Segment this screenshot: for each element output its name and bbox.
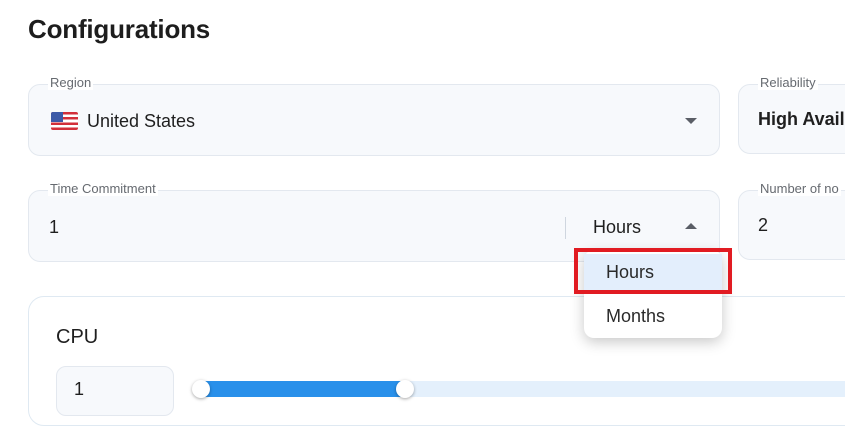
region-select[interactable]: Region United States [28, 75, 720, 156]
cpu-input[interactable]: 1 [56, 366, 174, 416]
nodes-label: Number of no [758, 181, 841, 196]
cpu-title: CPU [56, 326, 99, 348]
reliability-label: Reliability [758, 75, 818, 90]
time-commitment-input[interactable]: 1 [49, 217, 59, 238]
highlight-annotation [574, 248, 732, 294]
us-flag-icon [51, 112, 78, 130]
reliability-value: High Avail [758, 109, 845, 129]
cpu-slider-min-thumb[interactable] [192, 380, 210, 398]
chevron-up-icon[interactable] [685, 223, 697, 229]
nodes-input[interactable]: 2 [758, 215, 768, 236]
page-title: Configurations [28, 14, 211, 44]
region-value: United States [87, 111, 196, 131]
nodes-field[interactable]: Number of no 2 [738, 181, 845, 260]
cpu-value: 1 [74, 379, 85, 399]
reliability-select[interactable]: Reliability High Avail [738, 75, 845, 154]
time-commitment-label: Time Commitment [48, 181, 158, 196]
cpu-slider-fill [201, 381, 405, 397]
field-divider [565, 217, 566, 239]
chevron-down-icon[interactable] [685, 118, 697, 124]
region-label: Region [48, 75, 94, 90]
time-unit-select[interactable]: Hours [593, 217, 641, 238]
cpu-slider-max-thumb[interactable] [396, 380, 414, 398]
menu-item-months[interactable]: Months [584, 298, 722, 334]
